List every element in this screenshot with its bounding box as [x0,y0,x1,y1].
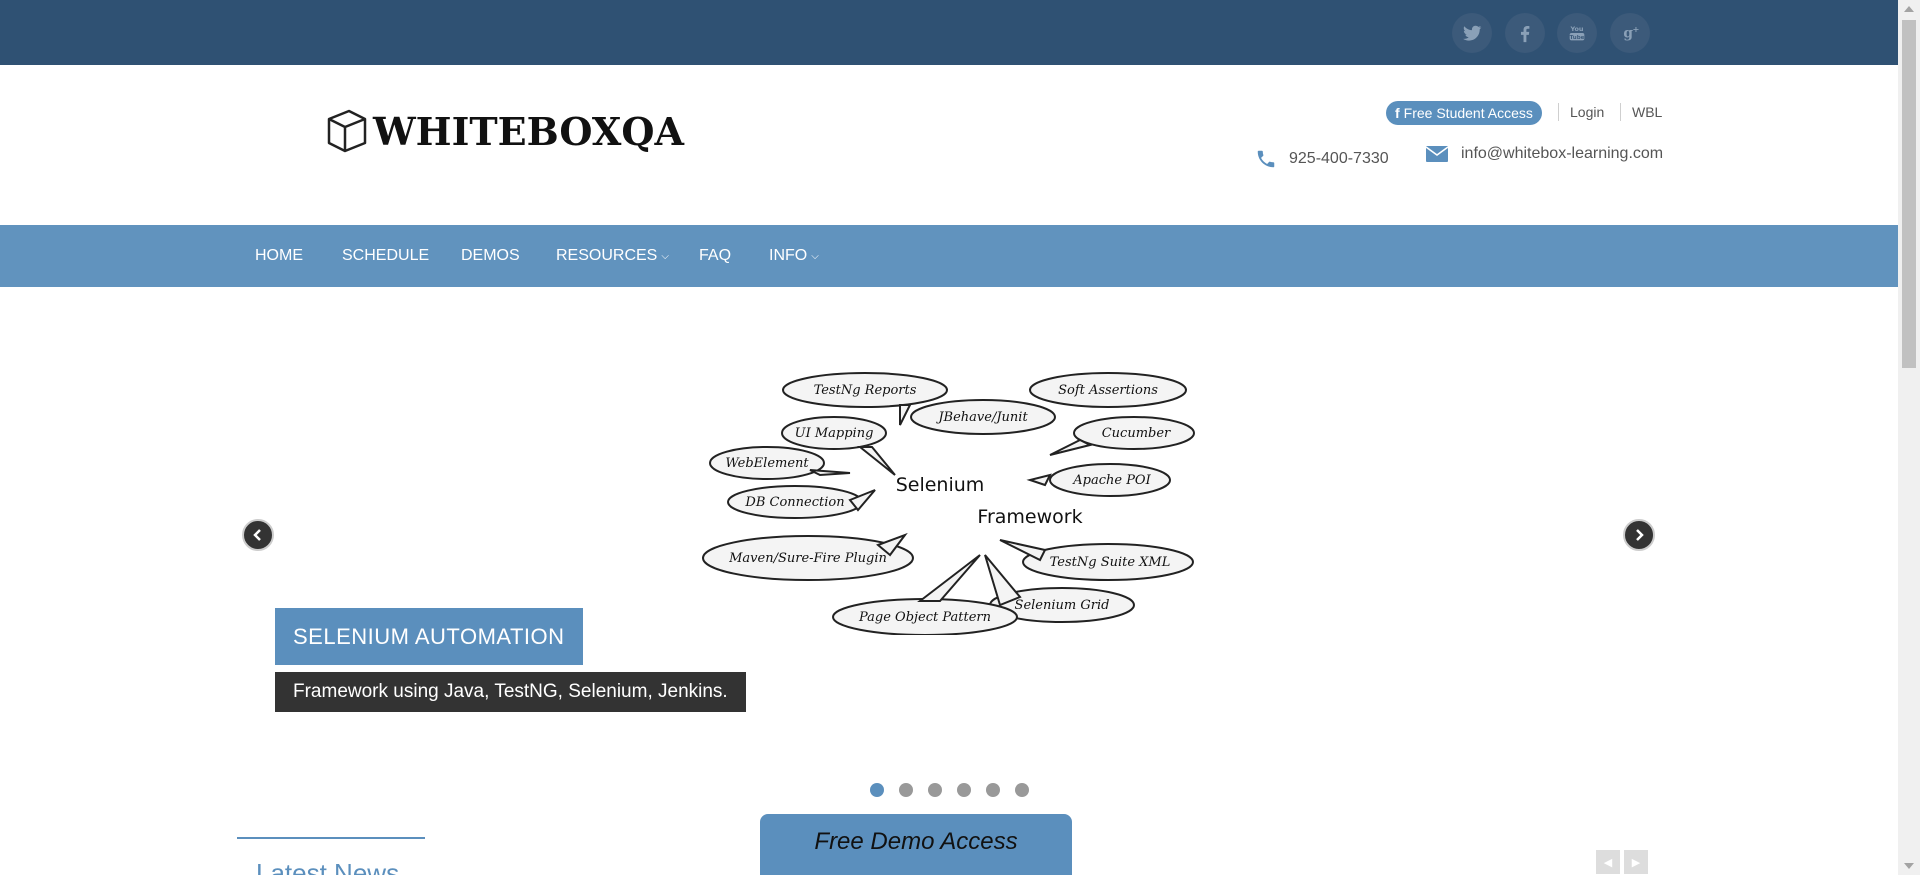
nav-label: SCHEDULE [342,247,430,264]
wbl-link[interactable]: WBL [1632,104,1662,120]
slide-caption-title: SELENIUM AUTOMATION [275,608,583,665]
svg-text:Cucumber: Cucumber [1102,426,1171,441]
scrollbar-thumb[interactable] [1902,20,1916,368]
cube-logo-icon [327,109,367,153]
scroll-up-arrow-icon[interactable] [1904,6,1914,12]
slide-caption-subtitle: Framework using Java, TestNG, Selenium, … [275,672,746,712]
svg-text:Soft Assertions: Soft Assertions [1058,383,1158,398]
login-link[interactable]: Login [1570,104,1604,120]
free-demo-access-button[interactable]: Free Demo Access [760,814,1072,875]
news-underline [237,837,425,839]
email-address[interactable]: info@whitebox-learning.com [1461,145,1663,163]
slider-dot-1[interactable] [870,783,884,797]
page: You Tube g + WHITEBOXQA f Free Student Acc… [0,0,1920,875]
logo-text: WHITEBOXQA [373,108,684,154]
news-prev-button[interactable]: ◀ [1596,850,1620,874]
svg-text:TestNg Reports: TestNg Reports [814,383,917,398]
slider-dot-3[interactable] [928,783,942,797]
scroll-down-arrow-icon[interactable] [1904,863,1914,869]
nav-label: RESOURCES [556,247,658,264]
phone-number[interactable]: 925-400-7330 [1289,150,1389,168]
divider [1558,103,1559,121]
main-nav: HOME SCHEDULE DEMOS RESOURCES ⌵ FAQ INFO… [0,225,1898,287]
selenium-framework-diagram: TestNg Reports Soft Assertions JBehave/J… [702,372,1195,635]
svg-text:WebElement: WebElement [725,456,809,471]
page-scrollbar[interactable] [1898,0,1920,875]
diagram-center-framework: Framework [977,506,1082,528]
nav-item-faq[interactable]: FAQ [699,225,731,287]
chevron-left-icon [253,529,261,541]
envelope-icon [1425,146,1449,162]
youtube-icon[interactable]: You Tube [1557,13,1597,53]
email-contact: info@whitebox-learning.com [1425,145,1663,163]
nav-item-schedule[interactable]: SCHEDULE [342,225,429,287]
nav-item-resources[interactable]: RESOURCES ⌵ [556,225,669,287]
nav-item-info[interactable]: INFO ⌵ [769,225,819,287]
free-student-access-button[interactable]: f Free Student Access [1386,101,1542,125]
nav-label: DEMOS [461,247,520,264]
svg-text:You: You [1569,25,1583,33]
free-student-access-label: Free Student Access [1403,105,1533,121]
phone-icon [1257,150,1275,168]
facebook-icon[interactable] [1505,13,1545,53]
svg-text:Selenium Grid: Selenium Grid [1015,598,1110,613]
slider-prev-button[interactable] [242,519,274,551]
top-bar: You Tube g + [0,0,1898,65]
news-next-button[interactable]: ▶ [1624,850,1648,874]
slider-dot-5[interactable] [986,783,1000,797]
svg-text:JBehave/Junit: JBehave/Junit [935,410,1028,425]
svg-text:DB Connection: DB Connection [744,495,844,510]
svg-text:UI Mapping: UI Mapping [795,426,874,441]
svg-text:Maven/Sure-Fire Plugin: Maven/Sure-Fire Plugin [728,551,887,566]
nav-item-home[interactable]: HOME [255,225,303,287]
twitter-icon[interactable] [1452,13,1492,53]
nav-label: FAQ [699,247,732,264]
svg-text:TestNg Suite XML: TestNg Suite XML [1050,555,1171,570]
slider-next-button[interactable] [1623,519,1655,551]
latest-news-heading: Latest News [256,858,400,875]
slider-dot-4[interactable] [957,783,971,797]
chevron-down-icon: ⌵ [661,250,669,262]
nav-label: INFO [769,247,808,264]
diagram-center-selenium: Selenium [896,474,985,496]
slider-dot-2[interactable] [899,783,913,797]
svg-text:+: + [1632,24,1639,34]
facebook-small-icon: f [1395,105,1400,121]
svg-text:Apache POI: Apache POI [1072,473,1151,488]
chevron-down-icon: ⌵ [811,250,819,262]
chevron-right-icon [1636,529,1644,541]
nav-item-demos[interactable]: DEMOS [461,225,520,287]
svg-text:Tube: Tube [1570,35,1585,41]
phone-contact: 925-400-7330 [1255,148,1389,170]
site-logo[interactable]: WHITEBOXQA [325,107,684,155]
svg-text:Page Object Pattern: Page Object Pattern [858,610,991,625]
nav-label: HOME [255,247,303,264]
google-plus-icon[interactable]: g + [1610,13,1650,53]
divider [1620,103,1621,121]
slider-dot-6[interactable] [1015,783,1029,797]
